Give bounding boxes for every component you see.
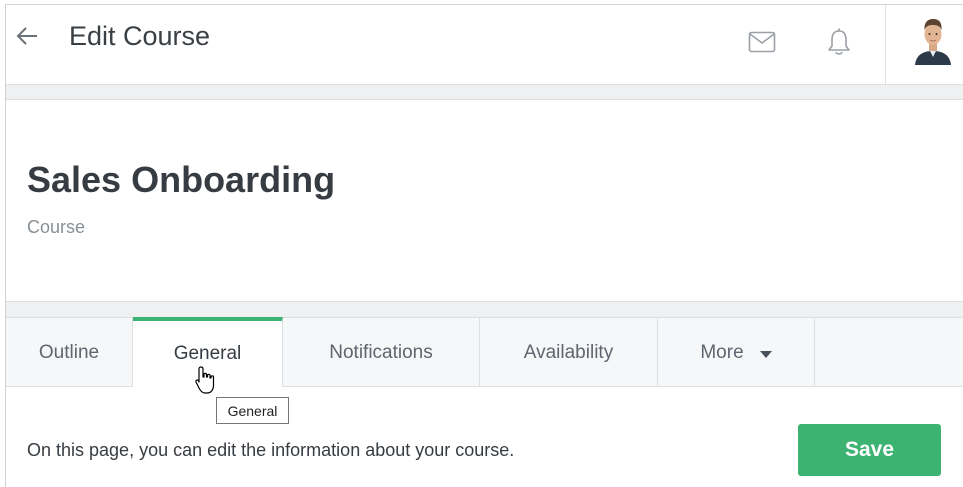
- course-title: Sales Onboarding: [27, 159, 336, 200]
- header-separator-band: [6, 85, 963, 100]
- tab-label: General: [173, 343, 242, 364]
- tab-notifications[interactable]: Notifications: [283, 318, 480, 387]
- tab-label: Availability: [523, 341, 614, 363]
- save-button[interactable]: Save: [798, 424, 941, 476]
- tab-more[interactable]: More: [658, 318, 815, 387]
- arrow-left-icon[interactable]: [14, 23, 40, 49]
- course-type-label: Course: [27, 217, 86, 237]
- tab-availability[interactable]: Availability: [480, 318, 658, 387]
- caret-down-icon: [759, 351, 772, 358]
- tab-label: Outline: [38, 341, 100, 363]
- page-title: Edit Course: [69, 21, 211, 51]
- tab-label: Notifications: [329, 341, 433, 363]
- tooltip: General: [216, 397, 289, 424]
- tab-outline[interactable]: Outline: [6, 318, 133, 387]
- page-description: On this page, you can edit the informati…: [27, 440, 515, 460]
- mail-icon[interactable]: [748, 31, 776, 53]
- app-window: Edit Course Sales Onboarding Course Outl…: [5, 4, 963, 487]
- header-divider: [885, 5, 886, 85]
- top-header: Edit Course: [6, 5, 963, 85]
- bell-icon[interactable]: [826, 27, 852, 57]
- card-separator-band: [6, 302, 963, 317]
- tab-bar: Outline General Notifications Availabili…: [6, 317, 963, 387]
- course-summary-card: Sales Onboarding Course: [6, 101, 963, 302]
- tab-label: More: [700, 341, 744, 363]
- hand-pointer-icon: [195, 366, 215, 394]
- avatar[interactable]: [913, 15, 953, 65]
